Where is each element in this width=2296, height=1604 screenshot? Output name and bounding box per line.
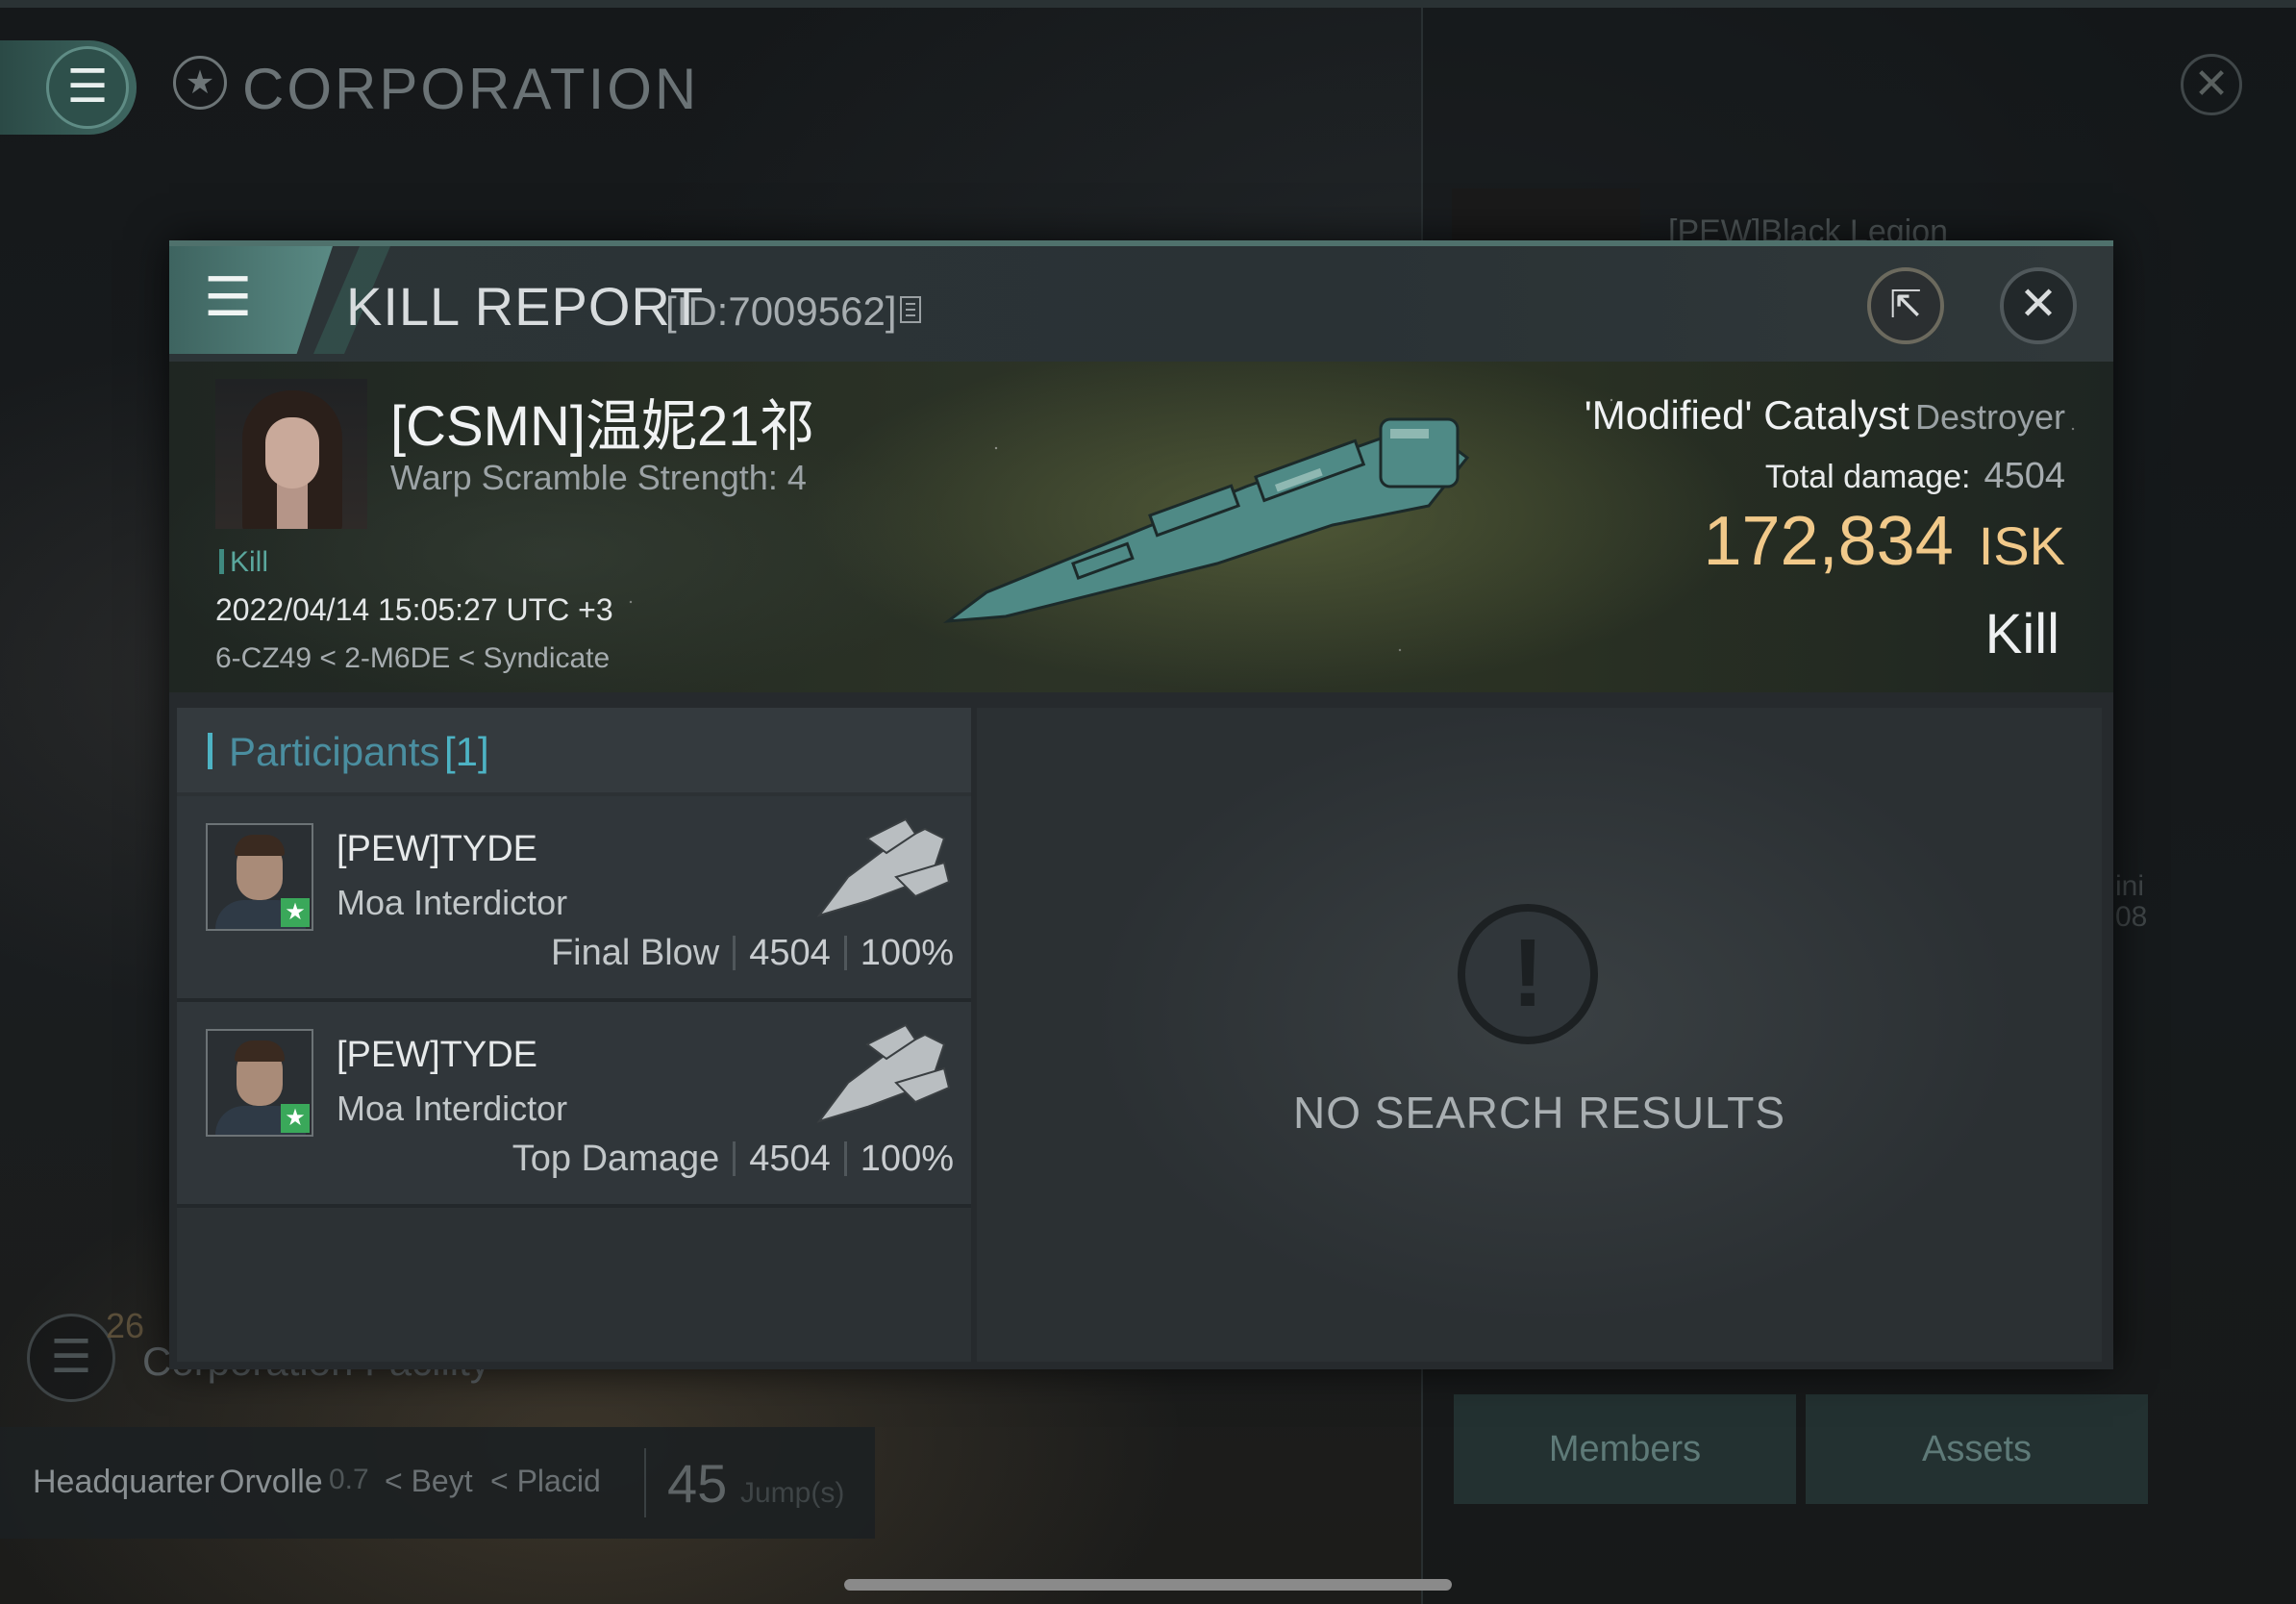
participants-header[interactable]: Participants [1]	[177, 708, 971, 792]
top-strip	[0, 0, 2296, 8]
hamburger-icon: ☰	[204, 266, 253, 327]
divider	[644, 1448, 646, 1517]
background-side-text: ini 08	[2115, 871, 2147, 933]
participant-damage: 4504	[749, 933, 831, 973]
kill-location[interactable]: 6-CZ49 < 2-M6DE < Syndicate	[215, 642, 610, 675]
close-icon: ✕	[2193, 61, 2230, 108]
share-icon: ⇱	[1889, 284, 1922, 326]
route-constellation: Beyt	[411, 1464, 473, 1498]
result-label: Kill	[1984, 603, 2059, 665]
home-indicator[interactable]	[844, 1579, 1452, 1591]
route-region: Placid	[516, 1464, 601, 1498]
headquarter-label: Headquarter	[33, 1464, 215, 1500]
victim-hero: [CSMN]温妮21祁 Warp Scramble Strength: 4 Ki…	[169, 362, 2113, 692]
share-button[interactable]: ⇱	[1867, 267, 1944, 344]
total-damage-value: 4504	[1984, 456, 2065, 496]
close-icon: ✕	[2018, 279, 2059, 330]
no-search-results-text: NO SEARCH RESULTS	[1292, 1088, 1786, 1138]
assets-button[interactable]: Assets	[1806, 1394, 2148, 1504]
participant-name[interactable]: [PEW]TYDE	[337, 829, 537, 870]
total-damage: Total damage: 4504	[1765, 456, 2065, 497]
divider	[733, 1141, 736, 1176]
participant-row[interactable]: ★ [PEW]TYDE Moa Interdictor Final Blow 45…	[177, 796, 971, 1002]
victim-ship-image[interactable]	[929, 400, 1525, 650]
participant-percent: 100%	[860, 1139, 954, 1179]
participant-ship-image[interactable]	[810, 1015, 954, 1131]
isk-value: 172,834	[1703, 503, 1954, 580]
jumps-label: Jump(s)	[740, 1477, 845, 1509]
exclamation-icon: !	[1458, 904, 1598, 1044]
star-badge-icon: ★	[281, 1104, 310, 1133]
corporation-title: CORPORATION	[242, 57, 700, 121]
participants-accent-bar	[208, 733, 212, 769]
hamburger-icon: ☰	[46, 46, 129, 129]
close-button[interactable]: ✕	[2000, 267, 2077, 344]
participant-ship: Moa Interdictor	[337, 1089, 568, 1128]
members-button[interactable]: Members	[1454, 1394, 1796, 1504]
kill-report-id: [ID:7009562]	[665, 288, 897, 334]
victim-name[interactable]: [CSMN]温妮21祁	[390, 381, 815, 462]
participants-title: Participants	[229, 729, 440, 774]
background-ship-thumbnail	[1452, 188, 1640, 242]
kill-tag-bar	[219, 549, 224, 574]
participant-damage: 4504	[749, 1139, 831, 1179]
participant-stats: Final Blow 4504 100%	[551, 933, 954, 974]
participant-role: Top Damage	[512, 1139, 720, 1179]
portrait-hair	[235, 1040, 285, 1062]
divider	[733, 936, 736, 970]
star-badge-icon: ★	[281, 898, 310, 927]
participant-name[interactable]: [PEW]TYDE	[337, 1035, 537, 1076]
facility-count: 26	[106, 1306, 145, 1345]
victim-ship-class: Destroyer	[1914, 397, 2065, 437]
participant-portrait[interactable]: ★	[206, 1029, 313, 1137]
participant-row[interactable]: ★ [PEW]TYDE Moa Interdictor Top Damage 45…	[177, 1002, 971, 1208]
divider	[843, 936, 847, 970]
headquarter-security: 0.7	[329, 1464, 369, 1495]
kill-datetime: 2022/04/14 15:05:27 UTC +3	[215, 592, 613, 627]
copy-icon[interactable]	[900, 296, 921, 323]
jumps-value: 45	[667, 1453, 728, 1514]
corporation-star-icon: ★	[173, 56, 227, 110]
kill-report-title: KILL REPORT	[346, 276, 705, 337]
corporation-close-button[interactable]: ✕	[2181, 54, 2242, 115]
participant-role: Final Blow	[550, 933, 720, 973]
victim-ship-line: 'Modified' Catalyst Destroyer	[1585, 392, 2065, 439]
participant-portrait[interactable]: ★	[206, 823, 313, 931]
portrait-neck	[277, 483, 308, 529]
participants-count: [1]	[444, 729, 489, 774]
kill-report-modal: ☰ KILL REPORT [ID:7009562] ⇱ ✕ [CSMN]温妮2…	[169, 240, 2113, 1369]
headquarter-route-2: < Placid	[490, 1464, 601, 1498]
participant-stats: Top Damage 4504 100%	[512, 1139, 954, 1180]
total-damage-label: Total damage:	[1764, 459, 1971, 495]
victim-portrait[interactable]	[215, 379, 367, 529]
participant-ship: Moa Interdictor	[337, 883, 568, 922]
results-panel: ! NO SEARCH RESULTS	[977, 708, 2102, 1362]
participant-ship-image[interactable]	[810, 810, 954, 925]
victim-warp-scramble: Warp Scramble Strength: 4	[390, 458, 807, 497]
background-side-text-1: ini	[2115, 870, 2145, 902]
participant-percent: 100%	[860, 933, 954, 973]
victim-ship-name[interactable]: 'Modified' Catalyst	[1585, 392, 1909, 438]
kill-report-menu-button[interactable]: ☰	[169, 246, 333, 354]
headquarter-system[interactable]: Orvolle	[219, 1464, 323, 1501]
modal-header: ☰ KILL REPORT [ID:7009562] ⇱ ✕	[169, 246, 2113, 362]
hamburger-icon: ☰	[50, 1332, 92, 1383]
headquarter-route-1: < Beyt	[385, 1464, 473, 1498]
divider	[843, 1141, 847, 1176]
corporation-menu-button[interactable]: ☰	[0, 40, 137, 135]
portrait-hair	[235, 835, 285, 856]
isk-value-line: 172,834 ISK	[1703, 502, 2065, 581]
facility-menu-button[interactable]: ☰	[27, 1314, 115, 1402]
participants-panel: Participants [1] ★ [PEW]TYDE Moa Interdi…	[177, 708, 971, 1362]
kill-tag-label: Kill	[230, 546, 269, 578]
kill-tag: Kill	[219, 546, 268, 579]
isk-unit: ISK	[1978, 515, 2065, 576]
portrait-face	[265, 417, 319, 489]
background-side-text-2: 08	[2115, 901, 2148, 933]
